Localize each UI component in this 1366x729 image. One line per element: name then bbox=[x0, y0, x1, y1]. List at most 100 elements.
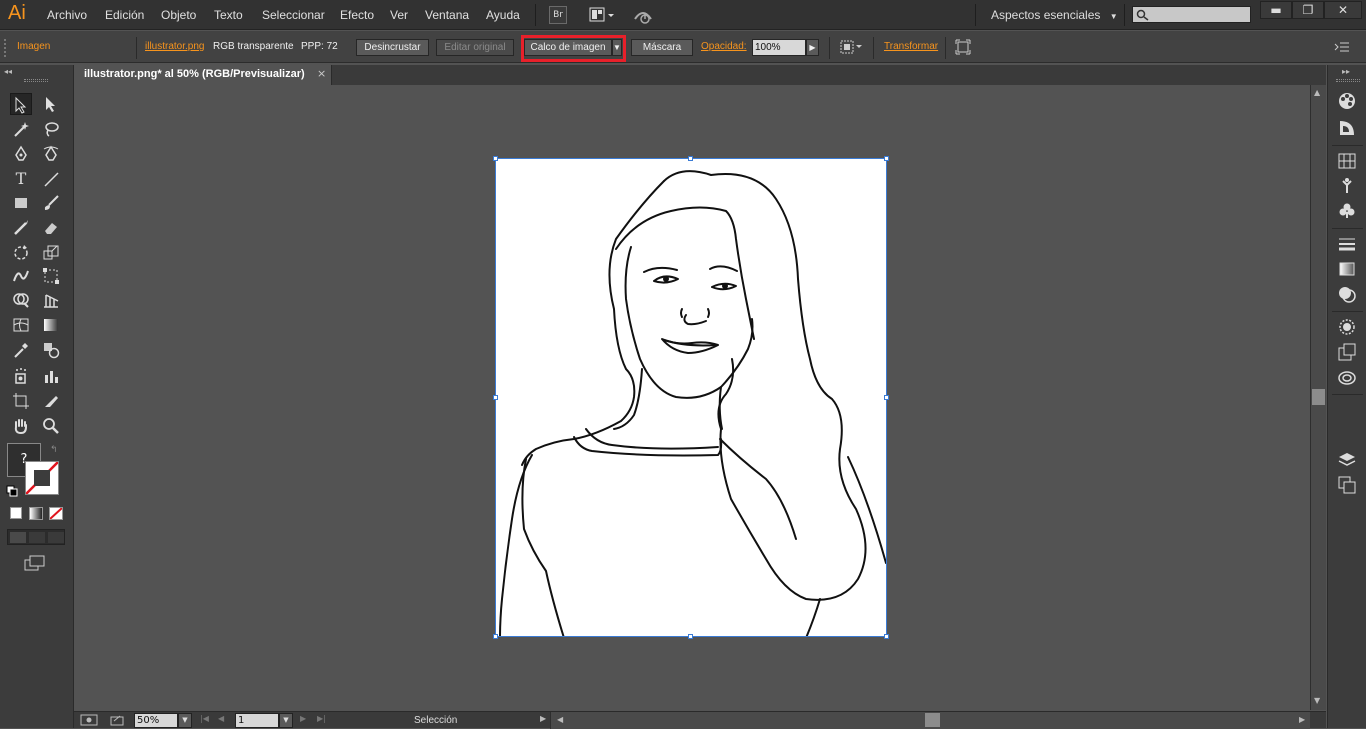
opacity-link[interactable]: Opacidad: bbox=[701, 41, 747, 52]
collapse-panel-icon[interactable]: ◂◂ bbox=[4, 67, 12, 76]
slice-tool-icon[interactable] bbox=[40, 390, 62, 412]
appearance-icon[interactable] bbox=[1338, 318, 1356, 336]
gradient-tool-icon[interactable] bbox=[40, 314, 62, 336]
swap-fill-stroke-icon[interactable]: ↰ bbox=[50, 445, 58, 455]
gpu-preview-icon[interactable] bbox=[80, 714, 98, 726]
swatches-icon[interactable] bbox=[1338, 152, 1356, 170]
artboard-number-input[interactable]: 1 bbox=[235, 713, 279, 728]
layers-icon[interactable] bbox=[1338, 451, 1356, 469]
menu-texto[interactable]: Texto bbox=[214, 8, 243, 22]
direct-selection-tool-icon[interactable] bbox=[40, 93, 62, 115]
blend-tool-icon[interactable] bbox=[40, 339, 62, 361]
stroke-swatch[interactable] bbox=[25, 461, 59, 495]
minimize-button[interactable]: ▬ bbox=[1260, 1, 1292, 19]
next-artboard-icon[interactable]: ▶ bbox=[300, 714, 306, 723]
document-tab[interactable]: illustrator.png* al 50% (RGB/Previsualiz… bbox=[74, 65, 332, 85]
bbox-handle-ml[interactable] bbox=[493, 395, 498, 400]
none-mode-button[interactable] bbox=[49, 507, 63, 520]
lasso-tool-icon[interactable] bbox=[40, 118, 62, 140]
scroll-up-icon[interactable]: ▲ bbox=[1314, 88, 1320, 97]
shape-builder-tool-icon[interactable] bbox=[10, 289, 32, 311]
eyedropper-tool-icon[interactable] bbox=[10, 339, 32, 361]
workspace-switcher[interactable]: Aspectos esenciales ▼ bbox=[982, 5, 1122, 25]
curvature-tool-icon[interactable] bbox=[40, 143, 62, 165]
artboard-tool-icon[interactable] bbox=[10, 390, 32, 412]
selection-tool-icon[interactable] bbox=[10, 93, 32, 115]
horizontal-scroll-thumb[interactable] bbox=[925, 713, 940, 727]
scale-tool-icon[interactable] bbox=[40, 241, 62, 263]
bbox-handle-tc[interactable] bbox=[688, 156, 693, 161]
gpu-performance-icon[interactable] bbox=[632, 5, 654, 25]
selection-type-label[interactable]: Imagen bbox=[17, 41, 50, 52]
isolate-object-icon[interactable] bbox=[955, 39, 971, 55]
linked-file-link[interactable]: illustrator.png bbox=[145, 41, 204, 52]
mesh-tool-icon[interactable] bbox=[10, 314, 32, 336]
last-artboard-icon[interactable]: ▶| bbox=[317, 714, 326, 723]
close-window-button[interactable]: ✕ bbox=[1324, 1, 1362, 19]
bbox-handle-tl[interactable] bbox=[493, 156, 498, 161]
cc-libraries-icon[interactable] bbox=[1338, 368, 1356, 386]
bridge-button[interactable]: Br bbox=[549, 6, 567, 24]
rectangle-tool-icon[interactable] bbox=[10, 192, 32, 214]
menu-ventana[interactable]: Ventana bbox=[425, 8, 469, 22]
bbox-handle-mr[interactable] bbox=[884, 395, 889, 400]
menu-edicion[interactable]: Edición bbox=[105, 8, 144, 22]
menu-objeto[interactable]: Objeto bbox=[161, 8, 196, 22]
free-transform-tool-icon[interactable] bbox=[40, 265, 62, 287]
color-mode-button[interactable] bbox=[10, 507, 22, 519]
brushes-icon[interactable] bbox=[1338, 177, 1356, 195]
color-panel-icon[interactable] bbox=[1338, 119, 1356, 137]
bbox-handle-br[interactable] bbox=[884, 634, 889, 639]
menu-efecto[interactable]: Efecto bbox=[340, 8, 374, 22]
default-colors-icon[interactable] bbox=[6, 485, 18, 497]
bbox-handle-bl[interactable] bbox=[493, 634, 498, 639]
draw-inside-icon[interactable] bbox=[48, 532, 64, 543]
menu-archivo[interactable]: Archivo bbox=[47, 8, 87, 22]
gradient-mode-button[interactable] bbox=[29, 507, 43, 520]
symbols-icon[interactable] bbox=[1338, 202, 1356, 220]
scroll-down-icon[interactable]: ▼ bbox=[1314, 696, 1320, 705]
rotate-tool-icon[interactable] bbox=[10, 241, 32, 263]
paintbrush-tool-icon[interactable] bbox=[40, 192, 62, 214]
eraser-tool-icon[interactable] bbox=[40, 216, 62, 238]
opacity-slider-toggle[interactable]: ▶ bbox=[806, 39, 819, 56]
stroke-panel-icon[interactable] bbox=[1338, 235, 1356, 253]
column-graph-tool-icon[interactable] bbox=[40, 365, 62, 387]
close-tab-icon[interactable]: × bbox=[317, 67, 326, 80]
status-menu-icon[interactable]: ▶ bbox=[540, 714, 546, 723]
menu-ayuda[interactable]: Ayuda bbox=[486, 8, 520, 22]
vertical-scroll-thumb[interactable] bbox=[1312, 389, 1325, 405]
panel-grip[interactable] bbox=[24, 79, 48, 82]
align-options-icon[interactable] bbox=[840, 40, 864, 54]
arrange-documents-icon[interactable] bbox=[589, 6, 617, 24]
first-artboard-icon[interactable]: |◀ bbox=[200, 714, 209, 723]
share-icon[interactable] bbox=[110, 714, 124, 726]
menu-seleccionar[interactable]: Seleccionar bbox=[262, 8, 325, 22]
bbox-handle-tr[interactable] bbox=[884, 156, 889, 161]
menu-ver[interactable]: Ver bbox=[390, 8, 408, 22]
graphic-styles-icon[interactable] bbox=[1338, 343, 1356, 361]
screen-mode-icon[interactable] bbox=[24, 555, 46, 571]
unembed-button[interactable]: Desincrustar bbox=[356, 39, 429, 56]
shaper-tool-icon[interactable] bbox=[10, 216, 32, 238]
vertical-scrollbar[interactable]: ▲ ▼ bbox=[1310, 85, 1326, 710]
color-guide-icon[interactable] bbox=[1338, 92, 1356, 110]
restore-button[interactable]: ❐ bbox=[1292, 1, 1324, 19]
perspective-grid-tool-icon[interactable] bbox=[40, 289, 62, 311]
transform-link[interactable]: Transformar bbox=[884, 41, 938, 52]
gradient-panel-icon[interactable] bbox=[1338, 260, 1356, 278]
mask-button[interactable]: Máscara bbox=[631, 39, 693, 56]
grip-handle[interactable] bbox=[4, 39, 10, 57]
horizontal-scrollbar[interactable]: ◀ ▶ bbox=[550, 712, 1310, 729]
scroll-left-icon[interactable]: ◀ bbox=[557, 715, 563, 724]
magic-wand-tool-icon[interactable] bbox=[10, 118, 32, 140]
zoom-input[interactable]: 50% bbox=[134, 713, 178, 728]
hand-tool-icon[interactable] bbox=[10, 415, 32, 437]
help-search-input[interactable] bbox=[1132, 6, 1251, 23]
previous-artboard-icon[interactable]: ◀ bbox=[218, 714, 224, 723]
artboards-icon[interactable] bbox=[1338, 476, 1356, 494]
artboard[interactable] bbox=[495, 158, 887, 637]
transparency-icon[interactable] bbox=[1338, 285, 1356, 303]
line-tool-icon[interactable] bbox=[40, 168, 62, 190]
zoom-tool-icon[interactable] bbox=[40, 415, 62, 437]
